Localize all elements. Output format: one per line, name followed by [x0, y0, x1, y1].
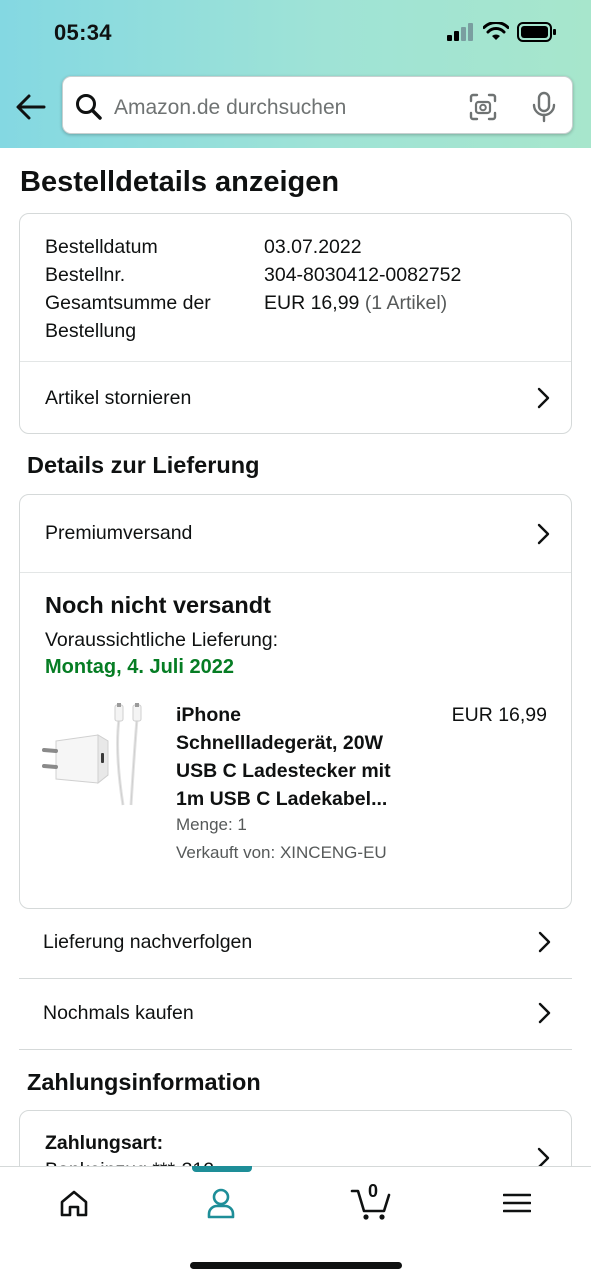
product-title-line: USB C Ladestecker mit — [176, 760, 391, 782]
search-bar[interactable]: Amazon.de durchsuchen — [62, 76, 573, 134]
order-summary-card: Bestelldatum 03.07.2022 Bestellnr. 304-8… — [19, 213, 572, 434]
order-total-amount: EUR 16,99 — [264, 292, 360, 314]
home-icon — [60, 1190, 88, 1217]
status-time: 05:34 — [54, 20, 112, 45]
product-title-line: Schnellladegerät, 20W — [176, 732, 383, 754]
order-number-value: 304-8030412-0082752 — [264, 264, 462, 286]
buy-again-label: Nochmals kaufen — [43, 1001, 194, 1024]
app-header: 05:34 Amazon.de durchsuchen — [0, 0, 591, 148]
home-indicator[interactable] — [190, 1262, 402, 1269]
order-total-label: Gesamtsumme der Bestellung — [45, 289, 211, 345]
order-total-label-line2: Bestellung — [45, 320, 137, 342]
account-icon — [207, 1188, 235, 1219]
product-title-line: 1m USB C Ladekabel... — [176, 788, 388, 810]
nav-home[interactable] — [50, 1183, 98, 1223]
order-date-value: 03.07.2022 — [264, 236, 362, 258]
wifi-icon — [483, 22, 509, 40]
product-quantity: Menge: 1 — [176, 815, 247, 834]
nav-cart[interactable]: 0 — [347, 1181, 395, 1223]
divider — [20, 572, 571, 573]
chevron-right-icon — [538, 1002, 551, 1024]
camera-scan-icon[interactable] — [469, 93, 497, 121]
chevron-right-icon — [538, 931, 551, 953]
order-date-label: Bestelldatum — [45, 236, 158, 258]
product-image[interactable] — [42, 703, 152, 813]
divider — [19, 1049, 572, 1050]
search-icon — [76, 94, 102, 120]
status-icons — [447, 22, 557, 42]
nav-account[interactable] — [197, 1183, 245, 1223]
nav-menu[interactable] — [493, 1183, 541, 1223]
track-delivery-link[interactable]: Lieferung nachverfolgen — [19, 907, 572, 977]
shipment-status: Noch nicht versandt — [45, 592, 271, 618]
order-total-label-line1: Gesamtsumme der — [45, 292, 211, 314]
active-tab-indicator — [192, 1166, 252, 1172]
delivery-section-title: Details zur Lieferung — [27, 452, 260, 478]
cancel-items-label: Artikel stornieren — [45, 386, 192, 409]
back-arrow-icon[interactable] — [14, 90, 48, 124]
chevron-right-icon — [537, 387, 550, 409]
eta-date: Montag, 4. Juli 2022 — [45, 656, 234, 678]
cart-count: 0 — [367, 1181, 378, 1201]
signal-icon — [447, 23, 473, 41]
eta-label: Voraussichtliche Lieferung: — [45, 629, 279, 651]
delivery-card: Premiumversand Noch nicht versandt Vorau… — [19, 494, 572, 909]
payment-method-label: Zahlungsart: — [45, 1132, 164, 1154]
buy-again-link[interactable]: Nochmals kaufen — [19, 978, 572, 1048]
shipping-method-row[interactable]: Premiumversand — [20, 495, 571, 572]
product-title[interactable]: iPhone Schnellladegerät, 20W USB C Lades… — [176, 701, 416, 813]
page-title: Bestelldetails anzeigen — [20, 166, 340, 198]
order-number-label: Bestellnr. — [45, 264, 126, 286]
product-seller: Verkauft von: XINCENG-EU — [176, 843, 387, 862]
order-total-value: EUR 16,99 (1 Artikel) — [264, 289, 447, 317]
search-input[interactable]: Amazon.de durchsuchen — [114, 96, 346, 120]
product-title-line: iPhone — [176, 704, 242, 726]
payment-section-title: Zahlungsinformation — [27, 1069, 261, 1095]
cancel-items-link[interactable]: Artikel stornieren — [20, 362, 571, 434]
battery-icon — [517, 22, 556, 42]
microphone-icon[interactable] — [531, 91, 557, 123]
menu-icon — [503, 1193, 531, 1213]
shipping-method-label: Premiumversand — [45, 522, 193, 544]
product-price: EUR 16,99 — [451, 704, 547, 726]
track-delivery-label: Lieferung nachverfolgen — [43, 930, 253, 953]
order-total-items: (1 Artikel) — [364, 292, 448, 314]
chevron-right-icon — [537, 523, 550, 544]
